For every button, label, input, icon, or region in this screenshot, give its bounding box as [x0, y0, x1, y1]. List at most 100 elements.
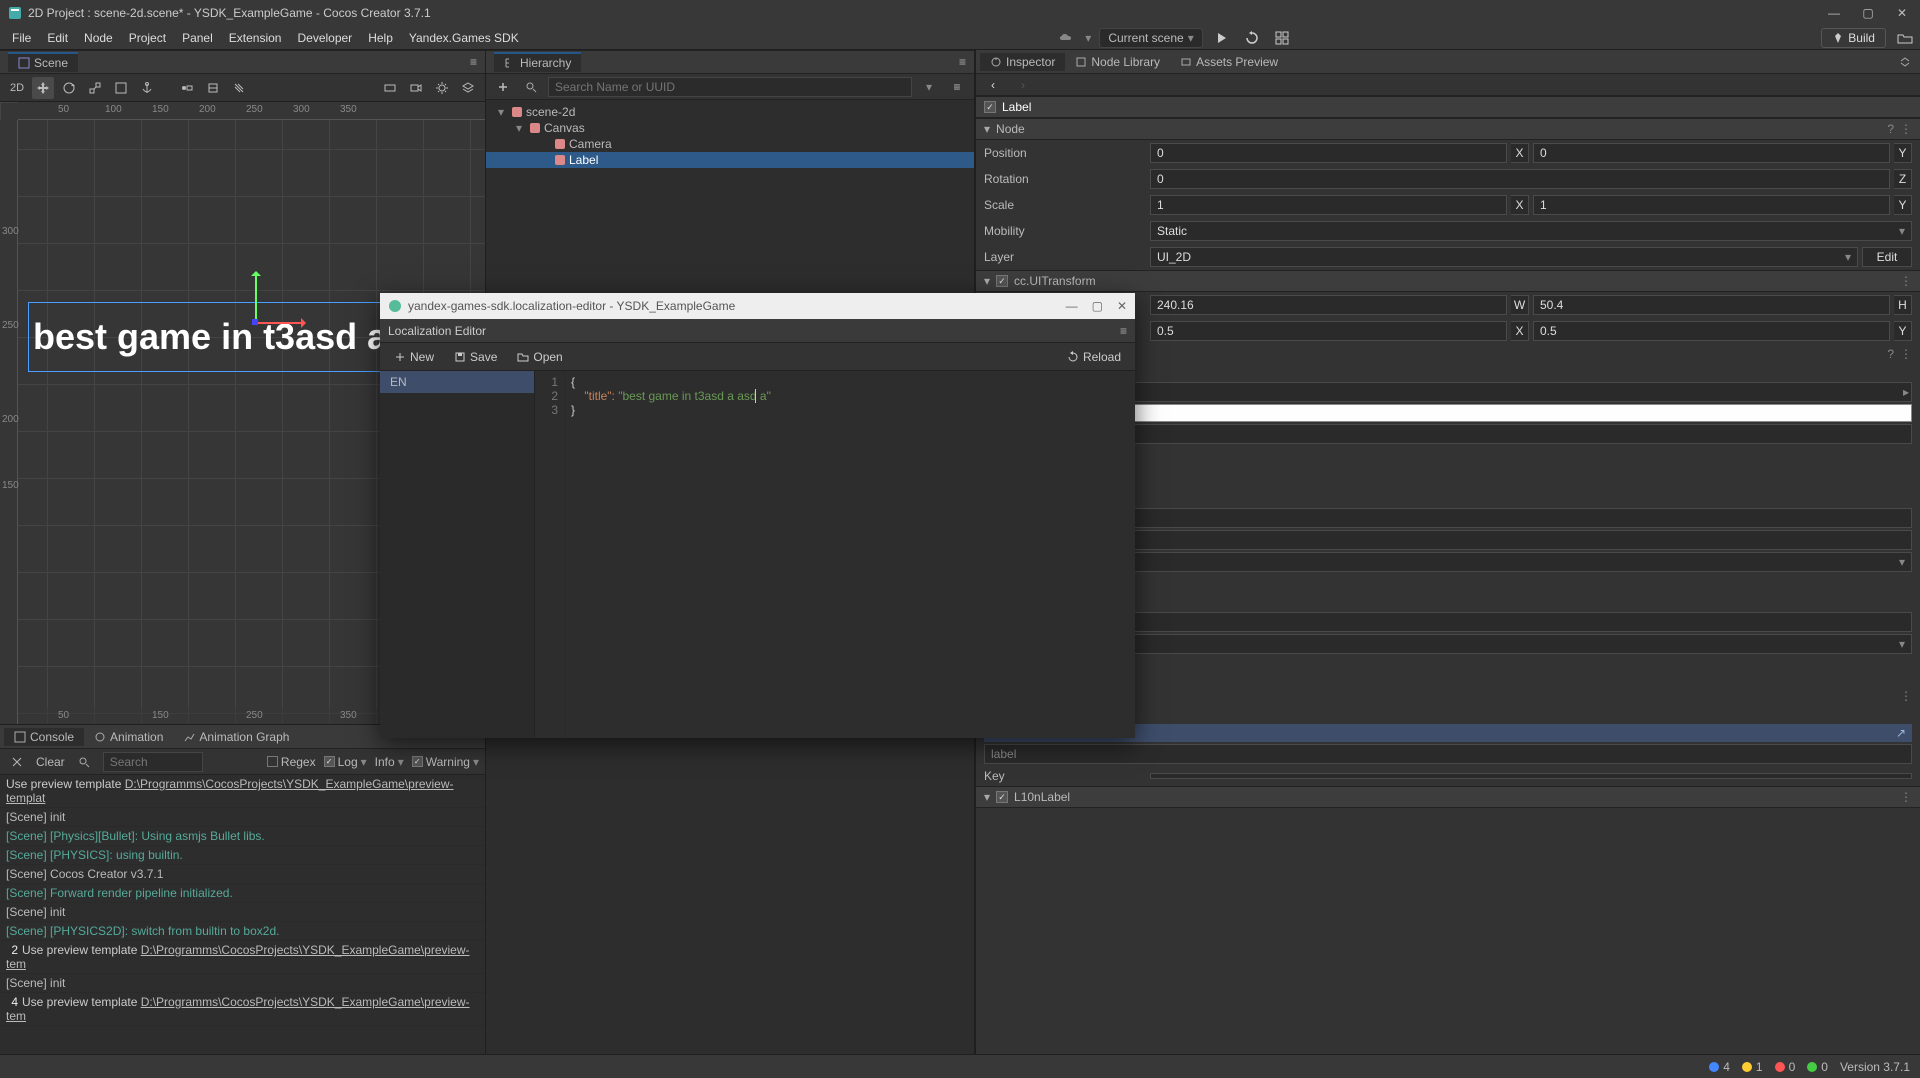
scale-y[interactable]: 1 [1533, 195, 1890, 215]
stat-warning[interactable]: 1 [1742, 1060, 1763, 1074]
loc-maximize[interactable]: ▢ [1092, 299, 1103, 313]
key-field[interactable] [1150, 773, 1912, 779]
rotate-tool[interactable] [58, 77, 80, 99]
tree-row[interactable]: Label [486, 152, 974, 168]
content-size-h[interactable]: 50.4 [1533, 295, 1890, 315]
console-link[interactable]: D:\Programms\CocosProjects\YSDK_ExampleG… [6, 995, 470, 1023]
scene-selector[interactable]: Current scene ▾ [1099, 28, 1202, 48]
rotation-z[interactable]: 0 [1150, 169, 1890, 189]
stat-ok[interactable]: 0 [1807, 1060, 1828, 1074]
local-global-button[interactable] [202, 77, 224, 99]
console-link[interactable]: D:\Programms\CocosProjects\YSDK_ExampleG… [6, 777, 454, 805]
menu-icon[interactable]: ⋮ [1900, 689, 1912, 703]
move-tool[interactable] [32, 77, 54, 99]
node-name-header[interactable]: ✓ Label [976, 96, 1920, 118]
layer-select[interactable]: UI_2D▾ [1150, 247, 1858, 267]
animation-graph-tab[interactable]: Animation Graph [173, 728, 299, 746]
cloud-icon[interactable] [1055, 27, 1077, 49]
menu-icon[interactable]: ⋮ [1900, 274, 1912, 288]
minimize-button[interactable]: — [1824, 6, 1844, 20]
scale-tool[interactable] [84, 77, 106, 99]
mode-2d-button[interactable]: 2D [6, 77, 28, 99]
play-button[interactable] [1211, 27, 1233, 49]
layers-button[interactable] [457, 77, 479, 99]
node-active-checkbox[interactable]: ✓ [984, 101, 996, 113]
l10n-header[interactable]: ▾✓L10nLabel ⋮ [976, 786, 1920, 808]
animation-tab[interactable]: Animation [84, 728, 173, 746]
inspector-tab[interactable]: Inspector [980, 53, 1065, 71]
loc-reload-button[interactable]: Reload [1059, 348, 1129, 366]
menu-node[interactable]: Node [76, 29, 121, 47]
tree-row[interactable]: Camera [486, 136, 974, 152]
scale-x[interactable]: 1 [1150, 195, 1507, 215]
menu-icon[interactable]: ⋮ [1900, 347, 1912, 361]
loc-panel-menu[interactable]: ≡ [1120, 324, 1127, 338]
clear-label[interactable]: Clear [36, 755, 65, 769]
menu-panel[interactable]: Panel [174, 29, 221, 47]
loc-save-button[interactable]: Save [446, 348, 505, 366]
help-icon[interactable]: ? [1887, 347, 1894, 361]
stat-info[interactable]: 4 [1709, 1060, 1730, 1074]
scene-tab[interactable]: Scene [8, 52, 78, 72]
anchor-tool[interactable] [136, 77, 158, 99]
clear-button[interactable] [6, 751, 28, 773]
loc-code[interactable]: { "title": "best game in t3asd a asd a" … [565, 371, 1135, 738]
tree-row[interactable]: ▾scene-2d [486, 104, 974, 120]
console-link[interactable]: D:\Programms\CocosProjects\YSDK_ExampleG… [6, 943, 470, 971]
nav-forward[interactable]: › [1012, 74, 1034, 96]
close-button[interactable]: ✕ [1892, 6, 1912, 20]
loc-minimize[interactable]: — [1066, 299, 1078, 313]
pivot-button[interactable] [176, 77, 198, 99]
open-script-icon[interactable]: ↗ [1896, 726, 1906, 740]
localization-editor-window[interactable]: yandex-games-sdk.localization-editor - Y… [380, 293, 1135, 738]
uitransform-header[interactable]: ▾✓cc.UITransform ⋮ [976, 270, 1920, 292]
grid-toggle-button[interactable] [1271, 27, 1293, 49]
menu-extension[interactable]: Extension [221, 29, 290, 47]
console-body[interactable]: Use preview template D:\Programms\CocosP… [0, 775, 485, 1054]
loc-open-button[interactable]: Open [509, 348, 570, 366]
hierarchy-list-button[interactable]: ≡ [946, 76, 968, 98]
loc-language-item-en[interactable]: EN [380, 371, 534, 393]
add-node-button[interactable] [492, 76, 514, 98]
expand-button[interactable] [1894, 51, 1916, 73]
node-section-header[interactable]: ▾Node ?⋮ [976, 118, 1920, 140]
position-y[interactable]: 0 [1533, 143, 1890, 163]
hierarchy-filter-dropdown[interactable]: ▾ [918, 76, 940, 98]
node-library-tab[interactable]: Node Library [1065, 53, 1170, 71]
anchor-y[interactable]: 0.5 [1533, 321, 1890, 341]
material-open-button[interactable]: ▸ [1903, 385, 1909, 399]
position-x[interactable]: 0 [1150, 143, 1507, 163]
stat-error[interactable]: 0 [1775, 1060, 1796, 1074]
hierarchy-search-input[interactable] [548, 77, 912, 97]
assets-preview-tab[interactable]: Assets Preview [1170, 53, 1288, 71]
scene-panel-menu[interactable]: ≡ [470, 55, 477, 69]
menu-edit[interactable]: Edit [39, 29, 76, 47]
info-checkbox[interactable]: Info▾ [375, 755, 404, 769]
menu-yandex-sdk[interactable]: Yandex.Games SDK [401, 29, 527, 47]
loc-window-titlebar[interactable]: yandex-games-sdk.localization-editor - Y… [380, 293, 1135, 319]
menu-icon[interactable]: ⋮ [1900, 122, 1912, 136]
regex-checkbox[interactable]: Regex [267, 755, 316, 769]
console-search-input[interactable] [103, 752, 203, 772]
menu-file[interactable]: File [4, 29, 39, 47]
snap-button[interactable] [228, 77, 250, 99]
gear-button[interactable] [431, 77, 453, 99]
help-icon[interactable]: ? [1887, 122, 1894, 136]
tree-row[interactable]: ▾Canvas [486, 120, 974, 136]
camera-button[interactable] [405, 77, 427, 99]
mobility-select[interactable]: Static▾ [1150, 221, 1912, 241]
loc-close[interactable]: ✕ [1117, 299, 1127, 313]
menu-help[interactable]: Help [360, 29, 401, 47]
refresh-button[interactable] [1241, 27, 1263, 49]
rect-tool[interactable] [110, 77, 132, 99]
anchor-x[interactable]: 0.5 [1150, 321, 1507, 341]
edit-layer-button[interactable]: Edit [1862, 247, 1912, 267]
nav-back[interactable]: ‹ [982, 74, 1004, 96]
maximize-button[interactable]: ▢ [1858, 6, 1878, 20]
folder-button[interactable] [1894, 27, 1916, 49]
content-size-w[interactable]: 240.16 [1150, 295, 1507, 315]
hierarchy-panel-menu[interactable]: ≡ [959, 55, 966, 69]
hierarchy-tab[interactable]: Hierarchy [494, 52, 581, 72]
loc-new-button[interactable]: New [386, 348, 442, 366]
warning-checkbox[interactable]: ✓Warning▾ [412, 755, 479, 769]
